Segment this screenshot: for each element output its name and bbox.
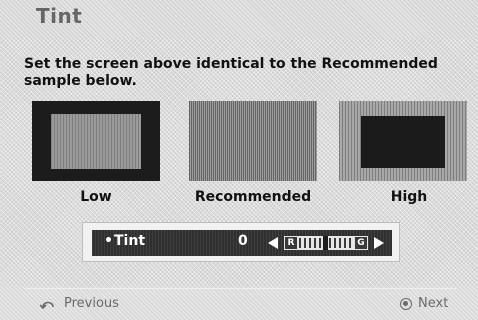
sample-low-label: Low	[80, 189, 112, 205]
bullet-icon: •	[104, 233, 113, 249]
sample-low-image	[32, 101, 160, 181]
tint-label: Tint	[114, 233, 146, 249]
instruction-text: Set the screen above identical to the Re…	[24, 56, 438, 89]
sample-recommended-image	[189, 101, 317, 181]
ok-circle-icon	[400, 297, 412, 310]
title-bar: Tint	[0, 0, 478, 38]
sample-low-inner	[51, 114, 141, 169]
next-label: Next	[418, 296, 449, 311]
sample-high-inner	[361, 116, 445, 168]
slider-green-end: G	[355, 237, 367, 249]
footer-bar: Previous Next	[0, 286, 478, 320]
tint-slider[interactable]: R G	[284, 236, 368, 250]
sample-high-image	[339, 101, 467, 181]
sample-high-label: High	[390, 189, 428, 205]
footer-divider	[26, 288, 456, 289]
next-button[interactable]: Next	[400, 296, 448, 311]
return-arrow-icon	[40, 298, 58, 310]
tint-setting-row[interactable]: • Tint 0 R G	[92, 230, 392, 256]
previous-button[interactable]: Previous	[40, 296, 119, 311]
arrow-left-icon[interactable]	[268, 237, 278, 249]
tint-control-panel: • Tint 0 R G	[82, 222, 400, 262]
previous-label: Previous	[64, 296, 119, 311]
page-title: Tint	[36, 4, 83, 28]
slider-handle[interactable]	[323, 236, 328, 250]
sample-recommended-label: Recommended	[194, 189, 312, 205]
arrow-right-icon[interactable]	[374, 237, 384, 249]
slider-red-end: R	[285, 237, 297, 249]
tint-value: 0	[238, 233, 248, 249]
